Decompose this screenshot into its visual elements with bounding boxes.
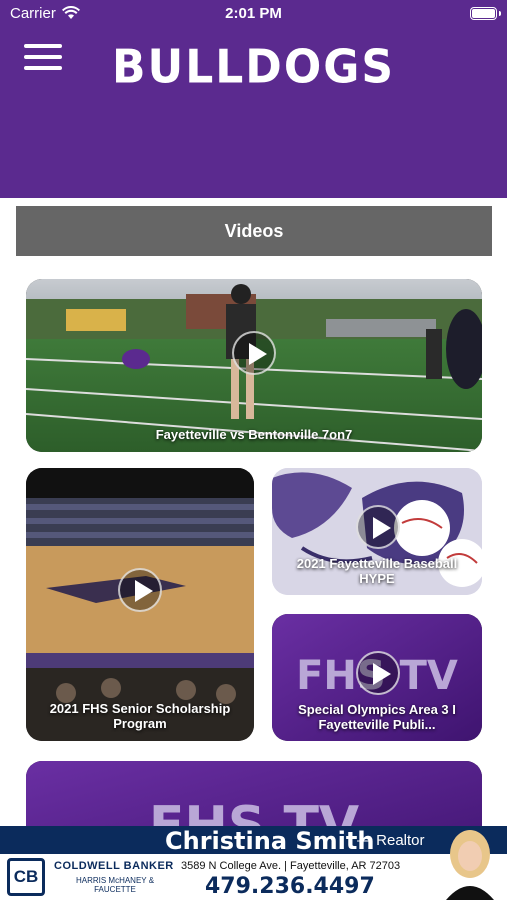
video-card-4[interactable]: FHS TV Special Olympics Area 3 I Fayette… xyxy=(272,614,482,741)
app-header: Carrier 2:01 PM BULLDOGS xyxy=(0,0,507,198)
play-icon[interactable] xyxy=(118,568,162,612)
ad-phone[interactable]: 479.236.4497 xyxy=(205,874,375,899)
video-title: Special Olympics Area 3 I Fayetteville P… xyxy=(298,702,456,732)
video-card-2[interactable]: 2021 FHS Senior Scholarship Program xyxy=(26,468,254,741)
ad-agent-name: Christina Smith xyxy=(165,827,375,855)
play-icon[interactable] xyxy=(356,651,400,695)
play-icon[interactable] xyxy=(356,505,400,549)
video-card-3[interactable]: 2021 Fayetteville Baseball HYPE xyxy=(272,468,482,595)
video-title: Fayetteville vs Bentonville 7on7 xyxy=(155,427,353,442)
ad-brand-sub: HARRIS McHANEY & FAUCETTE xyxy=(75,876,155,894)
ad-brand: COLDWELL BANKER xyxy=(54,860,174,872)
battery-icon xyxy=(470,7,497,20)
app-title: BULLDOGS xyxy=(111,40,396,95)
ad-banner[interactable]: Christina Smith — Realtor CB COLDWELL BA… xyxy=(0,826,507,900)
play-icon[interactable] xyxy=(232,331,276,375)
video-title: 2021 Fayetteville Baseball HYPE xyxy=(296,556,458,586)
video-title: 2021 FHS Senior Scholarship Program xyxy=(49,701,231,731)
section-title-bar: Videos xyxy=(16,206,492,256)
status-bar: Carrier 2:01 PM xyxy=(0,0,507,28)
coldwell-banker-logo: CB xyxy=(7,858,45,896)
ad-agent-role: — Realtor xyxy=(357,832,425,849)
agent-photo xyxy=(446,830,494,900)
video-card-1[interactable]: Fayetteville vs Bentonville 7on7 xyxy=(26,279,482,452)
ad-address: 3589 N College Ave. | Fayetteville, AR 7… xyxy=(181,860,401,872)
clock: 2:01 PM xyxy=(225,5,282,22)
